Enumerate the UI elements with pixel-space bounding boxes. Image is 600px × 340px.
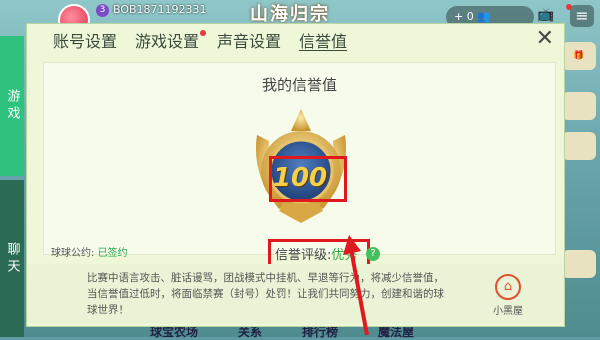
character-icon[interactable]	[562, 132, 596, 160]
tab-account-settings[interactable]: 账号设置	[53, 28, 117, 54]
add-friend-icon[interactable]: 👥	[477, 10, 491, 23]
reward-icon[interactable]	[562, 250, 596, 278]
side-tab-game[interactable]: 游戏	[0, 36, 24, 176]
tab-sound-settings[interactable]: 声音设置	[217, 28, 281, 54]
settings-dialog: 账号设置 游戏设置 声音设置 信誉值 ✕ 我的信誉值 100 信誉评级:优秀 ?…	[26, 23, 565, 336]
close-icon[interactable]: ✕	[536, 28, 554, 50]
pact-status-value: 已签约	[97, 248, 128, 259]
notification-dot	[566, 4, 572, 10]
panel-title: 我的信誉值	[261, 76, 337, 94]
red-arrow-annotation	[343, 235, 369, 336]
rules-text: 比赛中语言攻击、脏话谩骂，团战模式中挂机、早退等行为，将减少信誉值，当信誉值过低…	[87, 272, 444, 316]
settings-tabs: 账号设置 游戏设置 声音设置 信誉值	[53, 28, 347, 54]
level-badge: 3	[96, 4, 109, 17]
pact-label: 球球公约:	[51, 248, 95, 259]
user-id: BOB1871192331	[113, 3, 207, 16]
event-icon[interactable]	[562, 92, 596, 120]
pact-status: 球球公约: 已签约	[51, 244, 128, 259]
blackhouse-button[interactable]: ⌂ 小黑屋	[488, 274, 528, 317]
rules-note: 比赛中语言攻击、脏话谩骂，团战模式中挂机、早退等行为，将减少信誉值，当信誉值过低…	[27, 264, 564, 324]
tab-game-settings[interactable]: 游戏设置	[135, 28, 207, 54]
tab-reputation[interactable]: 信誉值	[299, 28, 347, 54]
reputation-panel: 我的信誉值 100 信誉评级:优秀 ?	[43, 62, 556, 267]
menu-icon[interactable]: ≡	[570, 5, 594, 27]
right-side-panel: 🎁	[562, 40, 600, 330]
score-highlight-box	[269, 156, 347, 202]
house-icon: ⌂	[495, 274, 521, 300]
gift-icon[interactable]: 🎁	[562, 42, 596, 70]
notification-dot	[200, 30, 207, 36]
blackhouse-label: 小黑屋	[493, 306, 523, 317]
side-tab-chat[interactable]: 聊天	[0, 180, 24, 337]
